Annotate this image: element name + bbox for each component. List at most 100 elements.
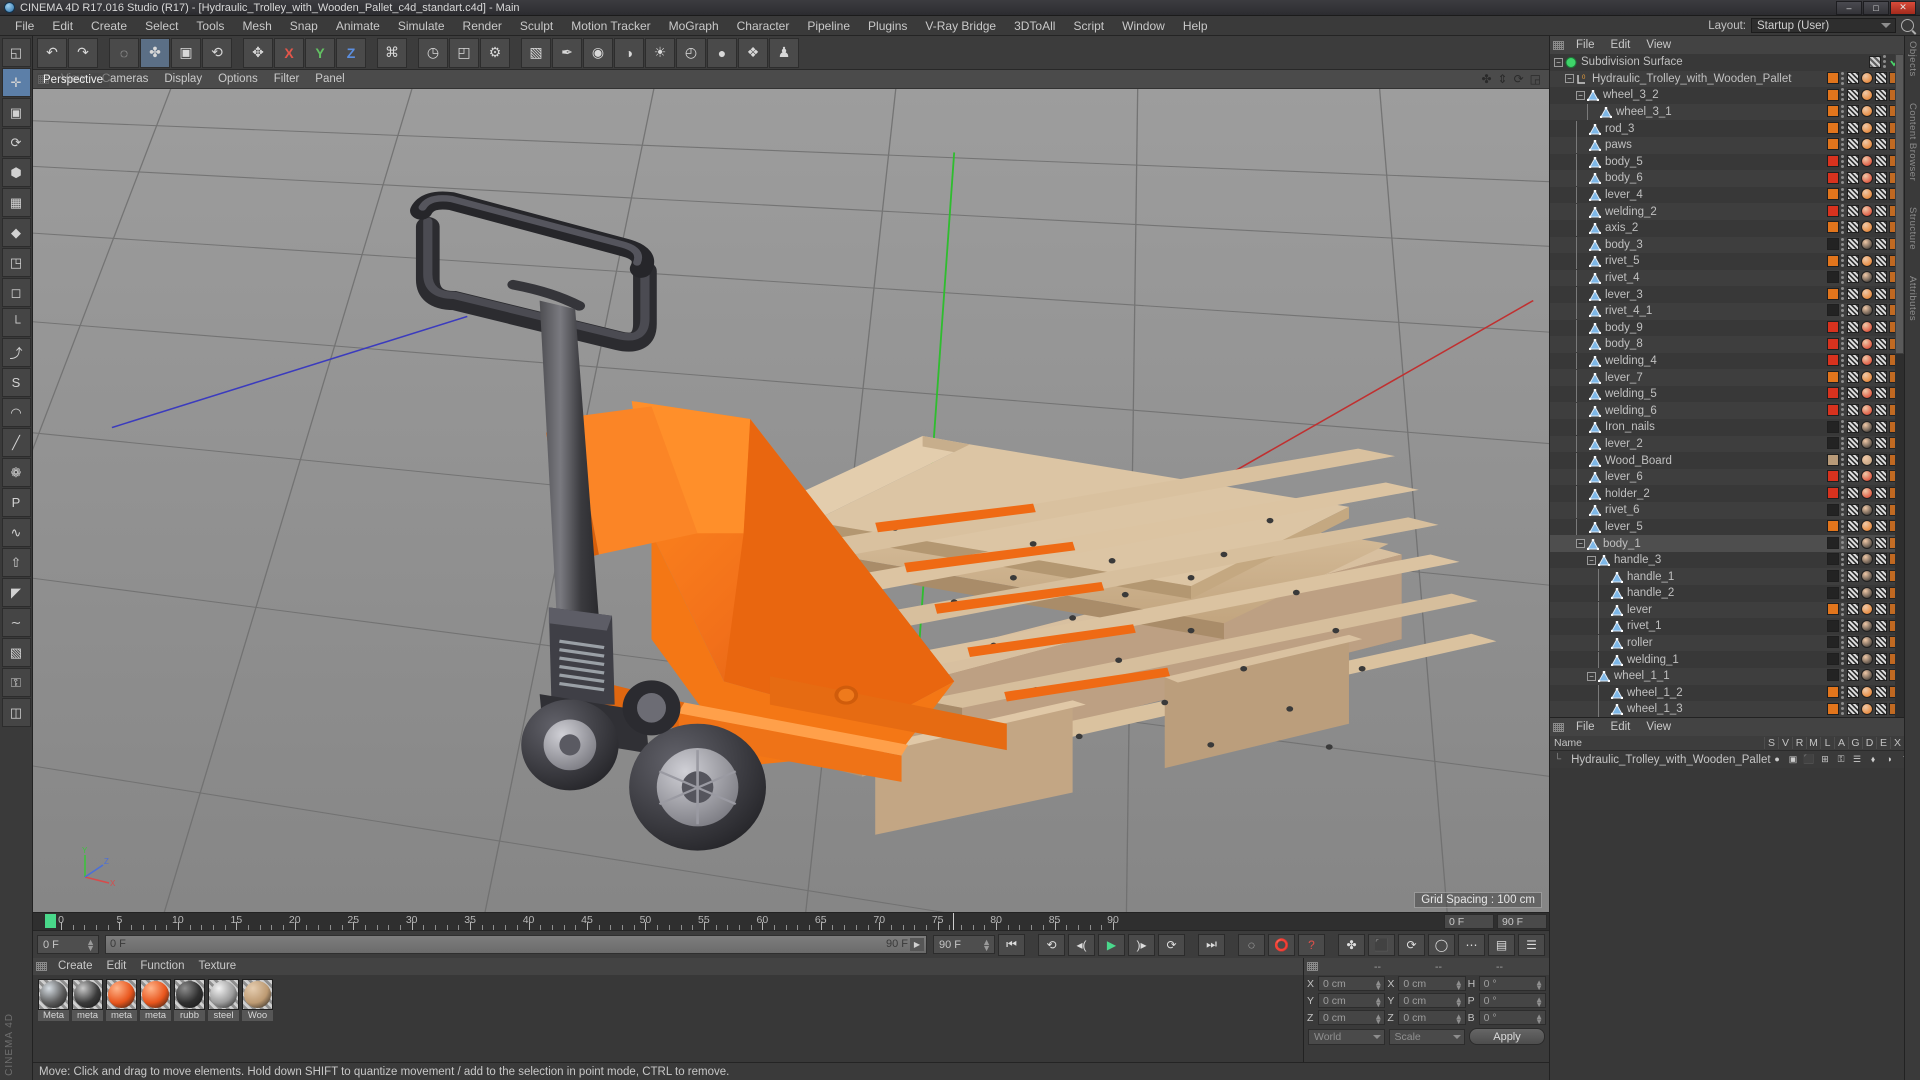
material-tag-icon[interactable] <box>1827 171 1839 184</box>
spinner-icon[interactable]: ▲ ▼ <box>1374 996 1382 1009</box>
x-axis-button[interactable]: X <box>274 37 304 68</box>
material-preview-tag-icon[interactable] <box>1861 520 1873 533</box>
live-selection-button[interactable]: ◌ <box>109 37 139 68</box>
paint-tool[interactable]: P <box>1 488 31 517</box>
uvw-tag-icon[interactable] <box>1875 586 1887 599</box>
coord-size-input[interactable]: 0 cm ▲ ▼ <box>1398 1010 1466 1026</box>
menu-item-sculpt[interactable]: Sculpt <box>511 16 562 36</box>
uvw-tag-icon[interactable] <box>1875 652 1887 665</box>
uvw-tag-icon[interactable] <box>1875 553 1887 566</box>
play-forwards-button[interactable]: ⟳ <box>1158 933 1185 956</box>
axis-lock-tool[interactable]: └ <box>1 308 31 337</box>
layer-manager-grip-icon[interactable] <box>1553 722 1564 732</box>
object-row[interactable]: holder_2 <box>1550 485 1904 502</box>
uvw-tag-icon[interactable] <box>1875 503 1887 516</box>
material-tag-icon[interactable] <box>1827 686 1839 699</box>
texture-tag-icon[interactable] <box>1847 536 1859 549</box>
z-axis-button[interactable]: Z <box>336 37 366 68</box>
timeline-ruler[interactable]: 0 5 10 15 20 25 30 35 40 45 50 55 60 65 70 75 80 85 90 0 F… <box>33 912 1549 930</box>
material-preview-tag-icon[interactable] <box>1861 586 1873 599</box>
brush-tool[interactable]: ❁ <box>1 458 31 487</box>
uvw-tag-icon[interactable] <box>1875 437 1887 450</box>
scale-button[interactable]: ▣ <box>171 37 201 68</box>
object-row[interactable]: lever <box>1550 601 1904 619</box>
texture-tag-icon[interactable] <box>1847 586 1859 599</box>
uvw-tag-icon[interactable] <box>1875 204 1887 217</box>
next-frame-button[interactable]: )▸ <box>1128 933 1155 956</box>
play-backwards-button[interactable]: ⟲ <box>1038 933 1065 956</box>
material-tag-icon[interactable] <box>1827 437 1839 450</box>
layer-column-v[interactable]: V <box>1778 737 1792 749</box>
menu-item-script[interactable]: Script <box>1064 16 1113 36</box>
material-preview-tag-icon[interactable] <box>1861 486 1873 499</box>
lock-toggle-icon[interactable]: ⚿ <box>1835 754 1848 765</box>
menu-item-help[interactable]: Help <box>1174 16 1217 36</box>
material-tag-icon[interactable] <box>1827 503 1839 516</box>
layer-column-e[interactable]: E <box>1876 737 1890 749</box>
uvw-tag-icon[interactable] <box>1875 603 1887 616</box>
material-preview-tag-icon[interactable] <box>1861 437 1873 450</box>
object-row[interactable]: wheel_1_2 <box>1550 684 1904 702</box>
material-preview-tag-icon[interactable] <box>1861 188 1873 201</box>
coord-rotation-input[interactable]: 0 ° ▲ ▼ <box>1478 1010 1546 1026</box>
material-preview-tag-icon[interactable] <box>1861 105 1873 118</box>
uvw-tag-icon[interactable] <box>1875 188 1887 201</box>
texture-tag-icon[interactable] <box>1847 354 1859 367</box>
uvw-tag-icon[interactable] <box>1875 619 1887 632</box>
object-row[interactable]: rivet_6 <box>1550 502 1904 519</box>
texture-tag-icon[interactable] <box>1847 553 1859 566</box>
undo-button[interactable]: ↶ <box>37 37 67 68</box>
object-row[interactable]: handle_1 <box>1550 568 1904 585</box>
material-preview-tag-icon[interactable] <box>1861 420 1873 433</box>
solo-toggle-icon[interactable]: ● <box>1771 754 1784 765</box>
camera-button[interactable]: ◴ <box>676 37 706 68</box>
material-tag-icon[interactable] <box>1827 619 1839 632</box>
spinner-icon[interactable]: ▲ ▼ <box>982 938 991 953</box>
menu-item-tools[interactable]: Tools <box>187 16 233 36</box>
object-row[interactable]: lever_4 <box>1550 187 1904 204</box>
material-item[interactable]: meta <box>72 979 103 1021</box>
spinner-icon[interactable]: ▲ ▼ <box>1455 979 1463 992</box>
enable-axis-tool[interactable]: ⤴ <box>1 338 31 367</box>
layer-column-name[interactable]: Name <box>1550 737 1764 749</box>
texture-mode-tool[interactable]: ▦ <box>1 188 31 217</box>
deformer-button[interactable]: ◑ <box>614 37 644 68</box>
viewport-menu-options[interactable]: Options <box>210 70 266 89</box>
material-item[interactable]: rubb <box>174 979 205 1021</box>
menu-item-file[interactable]: File <box>6 16 43 36</box>
material-preview-tag-icon[interactable] <box>1861 88 1873 101</box>
apply-button[interactable]: Apply <box>1469 1028 1545 1045</box>
material-preview-tag-icon[interactable] <box>1861 204 1873 217</box>
viewport-menu-display[interactable]: Display <box>156 70 210 89</box>
material-tag-icon[interactable] <box>1827 652 1839 665</box>
material-preview-tag-icon[interactable] <box>1861 72 1873 85</box>
spline-tool[interactable]: ∼ <box>1 608 31 637</box>
point-mode-tool[interactable]: ◻ <box>1 278 31 307</box>
material-preview-tag-icon[interactable] <box>1861 403 1873 416</box>
object-row[interactable]: welding_5 <box>1550 386 1904 403</box>
material-tag-icon[interactable] <box>1827 387 1839 400</box>
layer-menu-view[interactable]: View <box>1638 718 1679 736</box>
cube-primitive-button[interactable]: ▧ <box>521 37 551 68</box>
spinner-icon[interactable]: ▲ ▼ <box>1374 979 1382 992</box>
viewport-3d[interactable] <box>33 89 1549 912</box>
uvw-tag-icon[interactable] <box>1875 171 1887 184</box>
material-tag-icon[interactable] <box>1827 138 1839 151</box>
menu-item-motion-tracker[interactable]: Motion Tracker <box>562 16 659 36</box>
material-tag-icon[interactable] <box>1827 586 1839 599</box>
material-menu-function[interactable]: Function <box>133 958 191 975</box>
material-tag-icon[interactable] <box>1827 121 1839 134</box>
object-manager-grip-icon[interactable] <box>1553 40 1564 50</box>
object-row[interactable]: Iron_nails <box>1550 419 1904 436</box>
coordinate-grip-icon[interactable] <box>1307 962 1318 971</box>
material-preview-tag-icon[interactable] <box>1861 453 1873 466</box>
texture-tag-icon[interactable] <box>1847 105 1859 118</box>
material-menu-edit[interactable]: Edit <box>100 958 134 975</box>
material-preview-tag-icon[interactable] <box>1861 238 1873 251</box>
material-tag-icon[interactable] <box>1827 603 1839 616</box>
generator-toggle-icon[interactable]: ⬧ <box>1867 754 1880 765</box>
material-tag-icon[interactable] <box>1827 520 1839 533</box>
object-row[interactable]: welding_2 <box>1550 203 1904 220</box>
object-row[interactable]: Wood_Board <box>1550 452 1904 469</box>
object-row[interactable]: rod_3 <box>1550 120 1904 137</box>
